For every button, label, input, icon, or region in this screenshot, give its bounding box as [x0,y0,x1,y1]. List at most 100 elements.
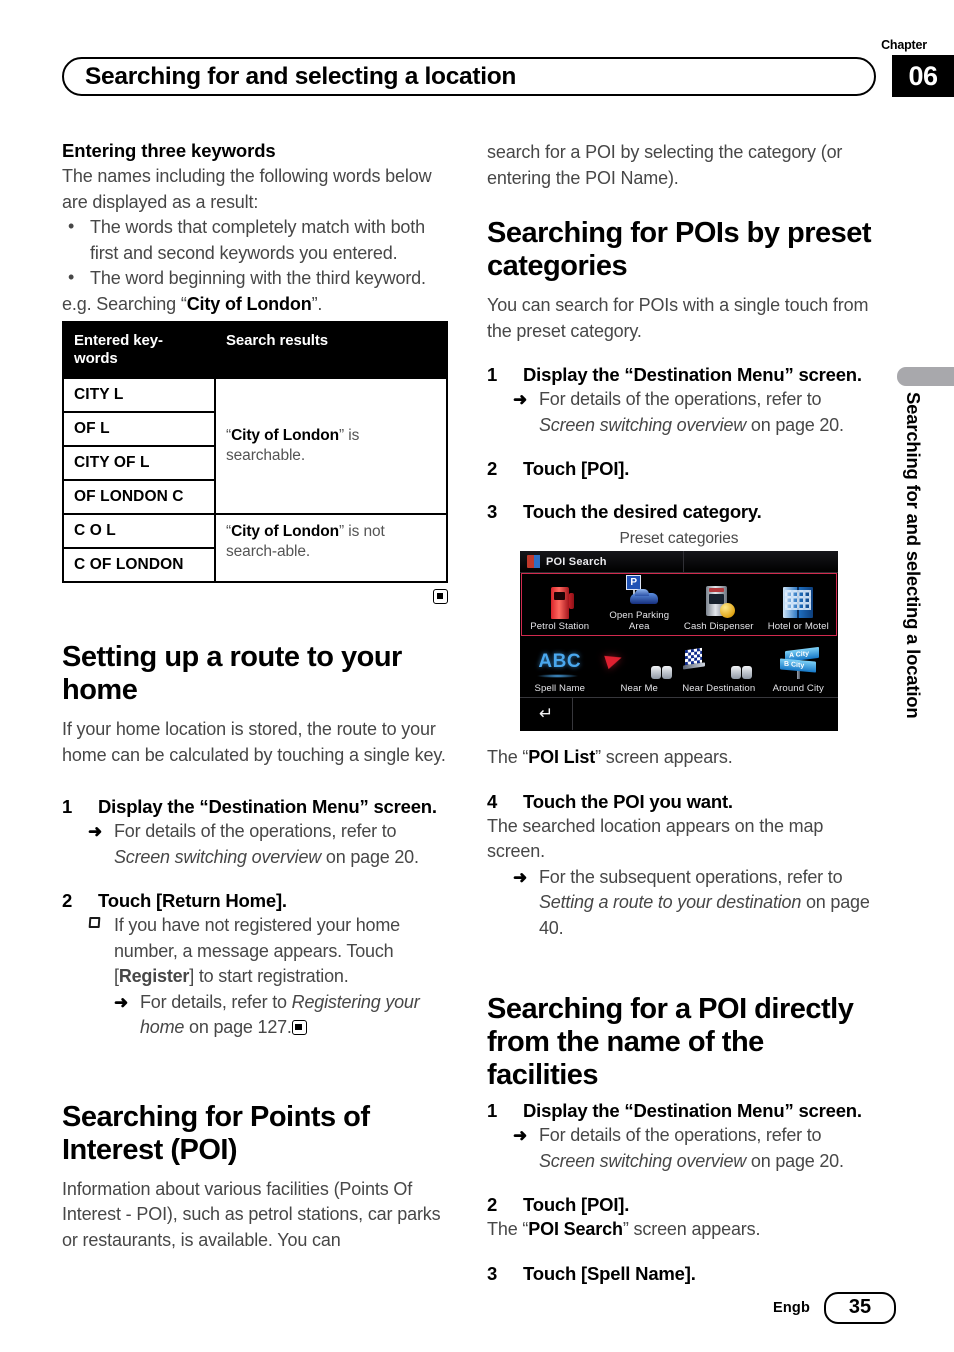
parking-sign-car-icon: P [600,574,680,610]
atm-coin-icon [679,585,759,621]
note-direct-1: ➜ For details of the operations, refer to… [487,1123,873,1174]
category-label: Petrol Station [530,620,590,632]
heading-searching-points-of-interest: Searching for Points of Interest (POI) [62,1100,370,1166]
abc-icon: ABC [536,650,582,678]
note-preset-1: ➜ For details of the operations, refer to… [487,387,873,438]
table-row: CITY L “City of London” is searchable. [62,377,448,515]
column-header-search-results: Search results [214,321,448,379]
method-near-me[interactable]: Near Me [600,635,680,697]
note-text: For details of the operations, refer to [539,389,822,409]
keyword-bullet-list: The words that completely match with bot… [62,214,448,292]
category-label: Open Parking Area [609,610,670,632]
heading-searching-poi-directly: Searching for a POI directly from the na… [487,993,854,1091]
device-title-text: POI Search [546,555,607,568]
step-number: 2 [62,890,73,911]
step-text: Display the “Destination Menu” screen. [98,796,437,817]
step-text: Touch [POI]. [523,458,630,479]
keyword-cell: CITY L [62,377,216,413]
step4-body-paragraph: The searched location appears on the map… [487,815,824,862]
step-preset-1: 1 Display the “Destination Menu” screen. [487,362,873,387]
poi-list-appears-text: The “POI List” screen appears. [487,745,873,771]
chapter-number-badge: 06 [892,55,954,97]
poi-search-appears-text: The “POI Search” screen appears. [487,1217,873,1243]
petrol-pump-icon [520,585,600,621]
column-header-entered-keywords: Entered key-words [62,321,216,379]
back-arrow-icon[interactable]: ↵ [520,698,573,730]
page-title: Searching for and selecting a location [85,62,517,90]
step-number: 3 [487,1262,498,1284]
step-number: 2 [487,1194,498,1215]
poi-list-bold: POI List [528,747,596,767]
step-number: 1 [487,1100,498,1121]
note-text-tail: on page 20. [321,846,419,867]
result-bold-term: City of London [231,427,339,444]
step-preset-3: 3 Touch the desired category. [487,499,873,524]
keyword-results-table: Entered key-words Search results CITY L … [62,321,448,583]
example-bold-term: City of London [186,293,312,314]
device-screenshot-figure: Preset categories POI Search Petrol Stat… [520,530,838,731]
list-item: The word beginning with the third keywor… [62,265,448,292]
keyword-cell: C O L [62,513,216,549]
square-note-icon [88,917,101,928]
note-italic-reference: Screen switching overview [539,1150,747,1171]
keyword-cell: OF LONDON C [62,479,216,515]
red-arrow-binoculars-icon [600,647,680,683]
page-footer: Engb 35 [0,1292,954,1324]
note-italic-reference: Screen switching overview [114,846,322,867]
step-number: 1 [62,796,73,817]
figure-caption-preset-categories: Preset categories [619,530,739,547]
subnote-text-tail: on page 127. [184,1017,292,1037]
table-header-row: Entered key-words Search results [62,321,448,379]
step-number: 1 [487,364,498,385]
step-text: Display the “Destination Menu” screen. [523,364,862,385]
note-text: For details of the operations, refer to [114,821,397,841]
arrow-reference-icon: ➜ [513,1126,528,1145]
side-tab-label: Searching for and selecting a location [903,392,924,719]
method-spell-name[interactable]: ABC Spell Name [520,635,600,697]
result-bold-term: City of London [231,523,339,540]
method-near-destination[interactable]: Near Destination [679,635,759,697]
hotel-building-icon [759,585,839,621]
poi-list-suffix: ” screen appears. [595,747,733,767]
method-label: Near Me [620,682,658,694]
poi-list-prefix: The “ [487,747,529,767]
arrow-reference-icon: ➜ [88,822,103,841]
list-item: The words that completely match with bot… [62,214,448,266]
keyword-cell: C OF LONDON [62,547,216,583]
side-tab-marker [897,367,954,386]
arrow-reference-icon: ➜ [513,867,528,887]
arrow-reference-icon: ➜ [114,992,129,1012]
arrow-reference-icon: ➜ [513,390,528,409]
method-around-city[interactable]: A City B City Around City [759,635,839,697]
step-number: 4 [487,790,498,812]
step-home-2: 2 Touch [Return Home]. [62,888,448,913]
heading-setting-up-route-home: Setting up a route to your home [62,641,402,706]
note-home-2: If you have not registered your home num… [62,913,448,990]
device-bottom-bar: ↵ [520,697,838,730]
step-text: Touch [Return Home]. [98,890,287,911]
category-open-parking-area[interactable]: P Open Parking Area [600,573,680,635]
method-label: Near Destination [682,682,756,694]
step-number: 2 [487,458,498,479]
category-petrol-station[interactable]: Petrol Station [520,573,600,635]
step-direct-3: 3 Touch [Spell Name]. [487,1261,873,1286]
continued-paragraph: search for a POI by selecting the catego… [487,142,843,188]
note-home-1: ➜ For details of the operations, refer to… [62,819,448,870]
category-cash-dispenser[interactable]: Cash Dispenser [679,573,759,635]
note-text-tail: on page 20. [746,414,844,435]
poi-search-screen: POI Search Petrol Station P Open Parking… [520,551,838,731]
search-methods-row: ABC Spell Name Near Me Near Destination … [520,635,838,697]
page-header-pill: Searching for and selecting a location [62,57,876,96]
category-hotel-or-motel[interactable]: Hotel or Motel [759,573,839,635]
preset-categories-row: Petrol Station P Open Parking Area Cash … [520,573,838,635]
note-bold-term: Register [118,966,190,986]
intro-paragraph: The names including the following words … [62,166,432,212]
subnote-text: For details, refer to [140,991,292,1012]
note-italic-reference: Screen switching overview [539,414,747,435]
subnote-home-2: ➜ For details, refer to Registering your … [62,990,448,1041]
result-cell-searchable: “City of London” is searchable. [214,377,448,515]
step-preset-2: 2 Touch [POI]. [487,456,873,481]
footer-page-number: 35 [824,1292,896,1324]
note-text-tail: on page 20. [746,1150,844,1171]
poi-intro-paragraph: Information about various facilities (Po… [62,1178,441,1250]
